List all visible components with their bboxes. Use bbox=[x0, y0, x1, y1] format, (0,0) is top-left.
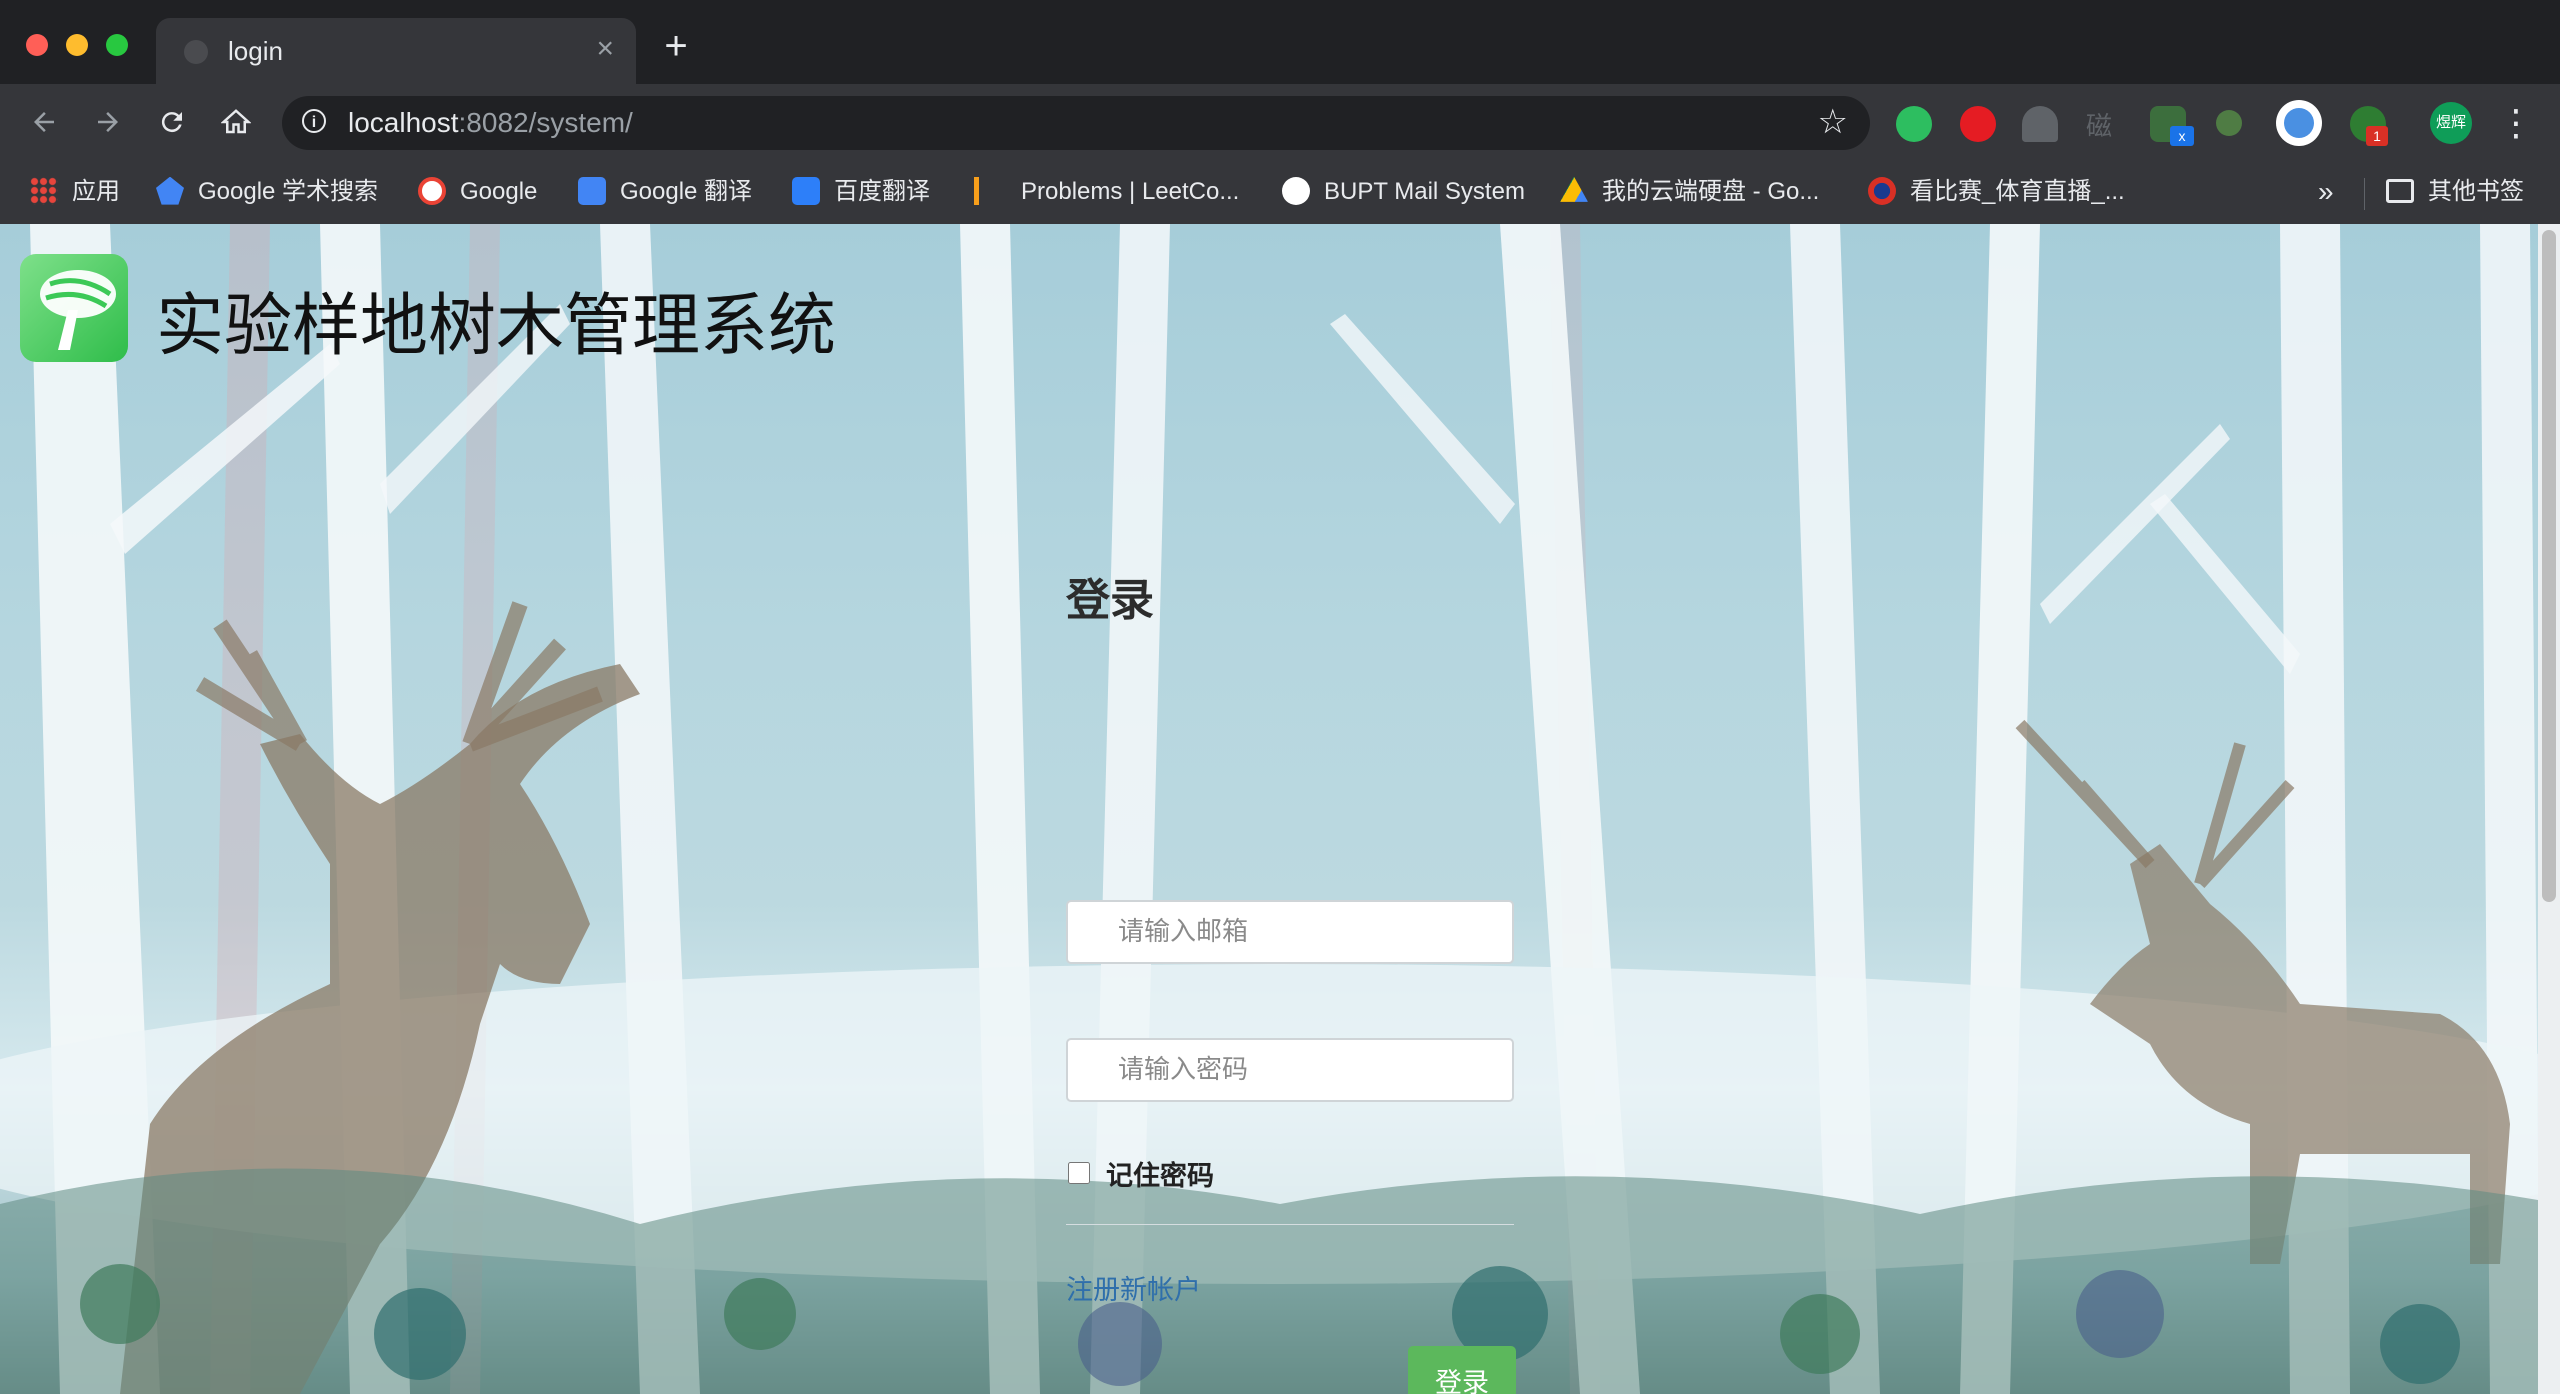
bookmark-google[interactable]: Google bbox=[418, 172, 537, 212]
bookmarks-overflow-button[interactable]: » bbox=[2318, 172, 2334, 212]
forward-arrow-icon[interactable] bbox=[84, 98, 132, 146]
tab-close-icon[interactable]: × bbox=[596, 32, 614, 66]
evernote-extension-icon[interactable] bbox=[1896, 106, 1932, 142]
bookmark-google-scholar[interactable]: Google 学术搜索 bbox=[156, 172, 378, 212]
adblock-extension-icon[interactable] bbox=[1960, 106, 1996, 142]
remember-password-checkbox[interactable] bbox=[1068, 1162, 1090, 1184]
new-tab-button[interactable]: + bbox=[654, 26, 698, 70]
tab-favicon-icon bbox=[184, 40, 208, 64]
car-extension-badge: x bbox=[2170, 126, 2194, 146]
home-icon[interactable] bbox=[212, 98, 260, 146]
bookmark-star-icon[interactable]: ☆ bbox=[1818, 102, 1848, 142]
register-link[interactable]: 注册新帐户 bbox=[1066, 1268, 1201, 1307]
winter-forest-background bbox=[0, 224, 2560, 1394]
parachute-extension-icon[interactable] bbox=[2022, 106, 2058, 142]
bookmark-bupt-mail[interactable]: BUPT Mail System bbox=[1282, 172, 1525, 212]
bookmark-baidu-translate[interactable]: 百度翻译 bbox=[792, 172, 930, 212]
bookmarks-divider bbox=[2364, 178, 2365, 210]
bookmark-apps[interactable]: 应用 bbox=[30, 172, 120, 212]
pen-extension-icon[interactable] bbox=[2216, 110, 2242, 136]
bookmark-leetcode[interactable]: Problems | LeetCo... bbox=[974, 172, 1239, 212]
bookmark-sports-live[interactable]: 看比赛_体育直播_... bbox=[1868, 172, 2125, 212]
folder-icon bbox=[2386, 178, 2414, 203]
email-input[interactable] bbox=[1066, 900, 1514, 964]
leetcode-icon bbox=[974, 176, 1007, 205]
back-arrow-icon[interactable] bbox=[20, 98, 68, 146]
tree-logo-icon bbox=[20, 254, 128, 362]
scholar-icon bbox=[156, 176, 184, 205]
address-bar[interactable]: i localhost:8082/system/ ☆ bbox=[282, 96, 1870, 150]
browser-titlebar: login × + bbox=[0, 0, 2560, 84]
other-bookmarks-folder[interactable]: 其他书签 bbox=[2386, 172, 2524, 212]
profile-avatar[interactable]: 煜辉 bbox=[2430, 102, 2472, 144]
reload-icon[interactable] bbox=[148, 98, 196, 146]
close-window-button[interactable] bbox=[26, 34, 48, 56]
remember-password-row: 记住密码 bbox=[1066, 1154, 1214, 1192]
scrollbar-thumb[interactable] bbox=[2542, 230, 2556, 902]
globe-icon bbox=[1282, 176, 1310, 205]
page-viewport: 实验样地树木管理系统 登录 记住密码 注册新帐户 登录 bbox=[0, 224, 2560, 1394]
minimize-window-button[interactable] bbox=[66, 34, 88, 56]
translate-icon bbox=[578, 176, 606, 205]
remember-password-label[interactable]: 记住密码 bbox=[1106, 1154, 1214, 1193]
menu-kebab-icon[interactable]: ⋮ bbox=[2496, 96, 2536, 150]
browser-tab[interactable]: login × bbox=[156, 18, 636, 84]
google-icon bbox=[418, 176, 446, 205]
form-divider bbox=[1066, 1224, 1514, 1225]
login-heading: 登录 bbox=[1066, 575, 1154, 626]
bookmark-google-drive[interactable]: 我的云端硬盘 - Go... bbox=[1560, 172, 1819, 212]
bookmark-google-translate[interactable]: Google 翻译 bbox=[578, 172, 752, 212]
drive-icon bbox=[1560, 176, 1588, 202]
leaf-extension-badge: 1 bbox=[2366, 126, 2388, 146]
bird-extension-inner-icon bbox=[2284, 108, 2314, 138]
maximize-window-button[interactable] bbox=[106, 34, 128, 56]
app-title: 实验样地树木管理系统 bbox=[156, 287, 837, 366]
apps-grid-icon bbox=[30, 176, 58, 205]
page-scrollbar[interactable] bbox=[2538, 224, 2560, 1394]
sports-icon bbox=[1868, 176, 1896, 205]
bookmarks-bar: 应用 Google 学术搜索 Google Google 翻译 百度翻译 Pro… bbox=[0, 162, 2560, 225]
login-button[interactable]: 登录 bbox=[1408, 1346, 1516, 1394]
site-info-icon[interactable]: i bbox=[302, 109, 326, 133]
password-input[interactable] bbox=[1066, 1038, 1514, 1102]
baidu-translate-icon bbox=[792, 176, 820, 205]
magnet-extension-icon[interactable]: 磁 bbox=[2086, 106, 2122, 142]
url-text[interactable]: localhost:8082/system/ bbox=[348, 107, 633, 139]
tab-title: login bbox=[228, 36, 283, 66]
